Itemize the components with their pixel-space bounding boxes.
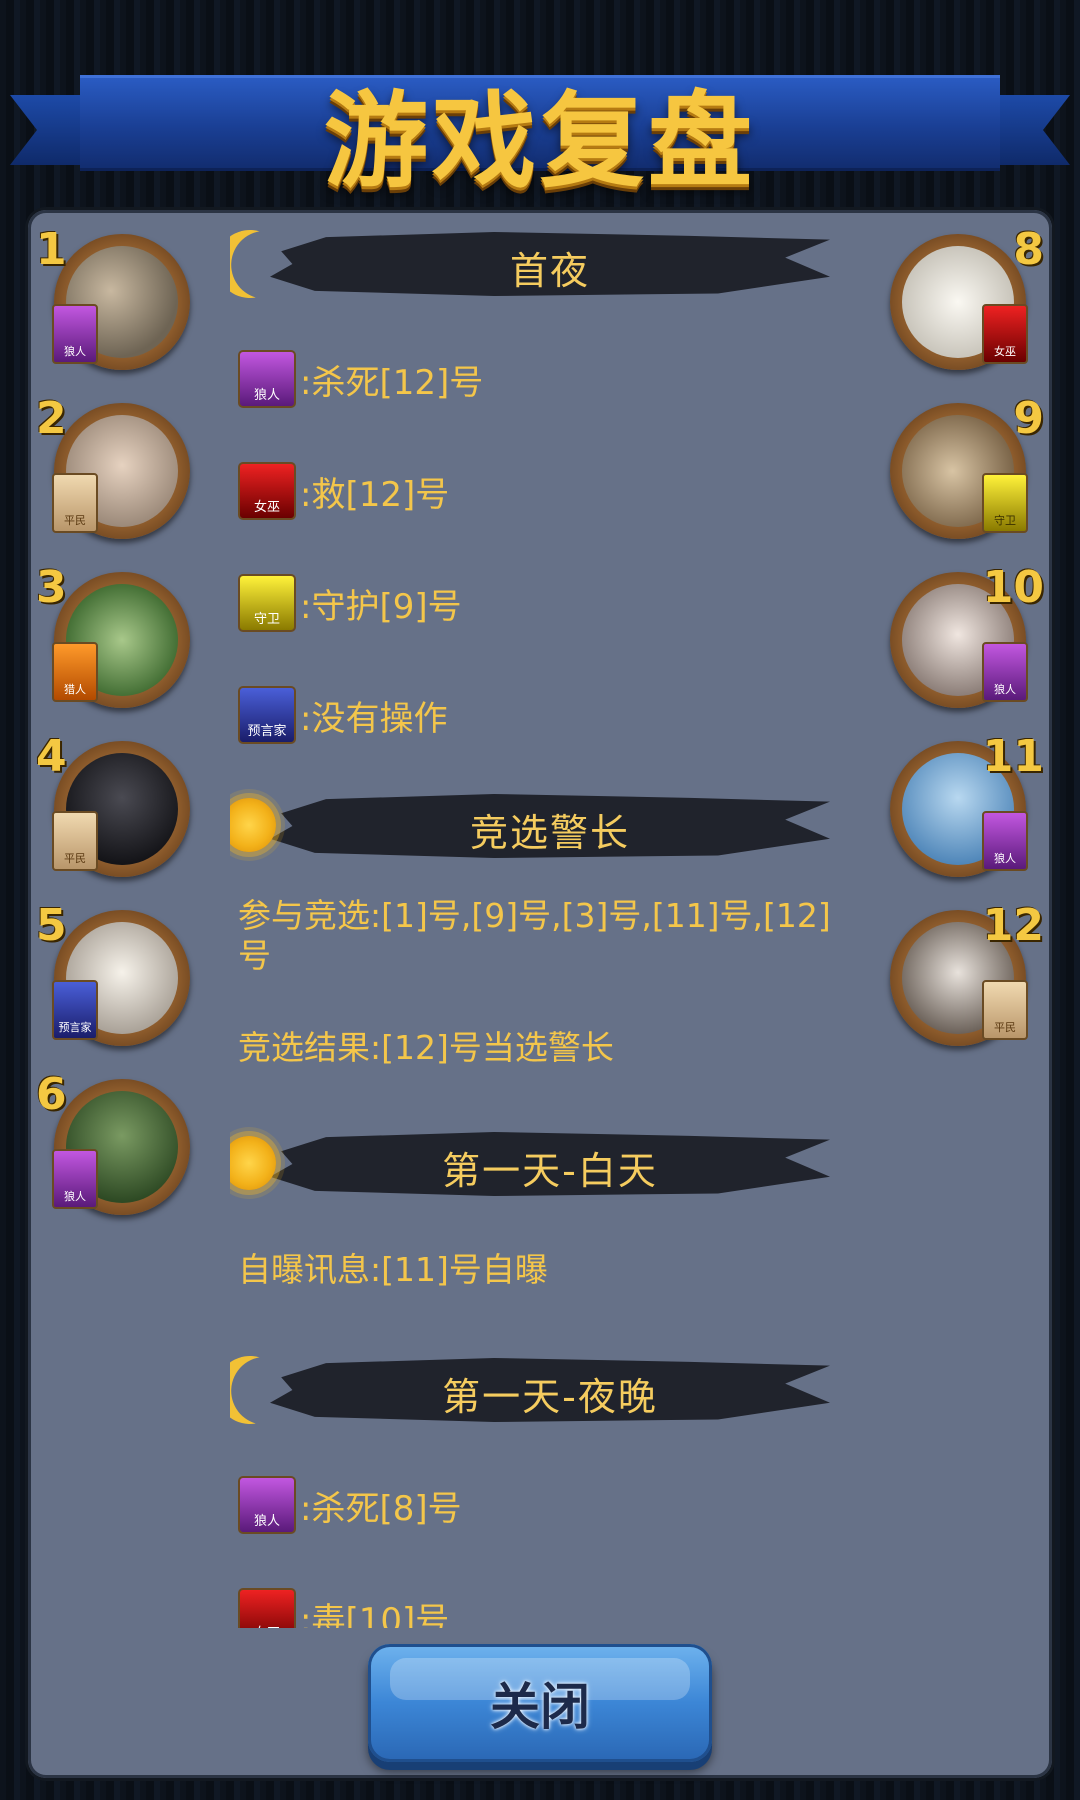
player-number: 10	[982, 562, 1044, 613]
phase-header-sheriff-election: 竞选警长	[230, 784, 850, 868]
log-entry: 守卫 :守护[9]号	[238, 572, 462, 634]
sheriff-result: 竞选结果:[12]号当选警长	[238, 1028, 614, 1067]
player-slot-4[interactable]: 平民 4	[36, 731, 190, 881]
log-text: :守护[9]号	[300, 586, 462, 627]
player-slot-6[interactable]: 狼人 6	[36, 1069, 190, 1219]
player-number: 12	[982, 900, 1044, 951]
role-badge-hunter: 猎人	[52, 642, 98, 702]
role-badge-werewolf: 狼人	[52, 304, 98, 364]
player-number: 5	[36, 900, 67, 951]
log-entry: 预言家 :没有操作	[238, 684, 447, 746]
log-text: :杀死[8]号	[300, 1488, 462, 1529]
player-slot-8[interactable]: 女巫 8	[890, 224, 1044, 374]
role-badge-witch: 女巫	[982, 304, 1028, 364]
log-entry: 女巫 :救[12]号	[238, 460, 449, 522]
player-number: 3	[36, 562, 67, 613]
player-slot-11[interactable]: 狼人 11	[890, 731, 1044, 881]
werewolf-icon: 狼人	[238, 1476, 296, 1534]
guard-icon: 守卫	[238, 574, 296, 632]
phase-header-first-night: 首夜	[230, 222, 850, 306]
sheriff-candidates: 参与竞选:[1]号,[9]号,[3]号,[11]号,[12]号	[238, 896, 831, 975]
player-slot-5[interactable]: 预言家 5	[36, 900, 190, 1050]
player-slot-12[interactable]: 平民 12	[890, 900, 1044, 1050]
player-slot-1[interactable]: 狼人 1	[36, 224, 190, 374]
player-slot-3[interactable]: 猎人 3	[36, 562, 190, 712]
role-badge-werewolf: 狼人	[982, 642, 1028, 702]
role-badge-werewolf: 狼人	[982, 811, 1028, 871]
close-button-label: 关闭	[490, 1678, 590, 1736]
player-slot-2[interactable]: 平民 2	[36, 393, 190, 543]
player-number: 1	[36, 224, 67, 275]
werewolf-icon: 狼人	[238, 350, 296, 408]
seer-icon: 预言家	[238, 686, 296, 744]
log-text: :毒[10]号	[300, 1600, 450, 1629]
title-banner: 游戏复盘	[10, 70, 1070, 202]
log-text: :救[12]号	[300, 474, 450, 515]
phase-header-day1: 第一天-白天	[230, 1122, 850, 1206]
phase-header-night2: 第一天-夜晚	[230, 1348, 850, 1432]
role-badge-villager: 平民	[52, 811, 98, 871]
log-entry: 女巫 :毒[10]号	[238, 1586, 449, 1628]
log-text: :没有操作	[300, 698, 448, 739]
player-slot-9[interactable]: 守卫 9	[890, 393, 1044, 543]
player-number: 2	[36, 393, 67, 444]
role-badge-seer: 预言家	[52, 980, 98, 1040]
log-entry: 狼人 :杀死[12]号	[238, 348, 483, 410]
phase-title: 第一天-夜晚	[442, 1375, 658, 1419]
witch-icon: 女巫	[238, 1588, 296, 1628]
page-title: 游戏复盘	[323, 80, 756, 202]
witch-icon: 女巫	[238, 462, 296, 520]
role-badge-werewolf: 狼人	[52, 1149, 98, 1209]
player-number: 9	[1013, 393, 1044, 444]
close-button[interactable]: 关闭	[368, 1644, 712, 1762]
player-number: 4	[36, 731, 67, 782]
player-number: 8	[1013, 224, 1044, 275]
player-slot-10[interactable]: 狼人 10	[890, 562, 1044, 712]
player-number: 6	[36, 1069, 67, 1120]
game-log[interactable]: 首夜 狼人 :杀死[12]号 女巫 :救[12]号 守卫 :守护[9]号 预言家…	[230, 210, 860, 1628]
log-text: :杀死[12]号	[300, 362, 484, 403]
self-reveal-info: 自曝讯息:[11]号自曝	[238, 1250, 548, 1289]
role-badge-guard: 守卫	[982, 473, 1028, 533]
phase-title: 首夜	[509, 249, 590, 293]
phase-title: 第一天-白天	[442, 1149, 658, 1193]
role-badge-villager: 平民	[982, 980, 1028, 1040]
role-badge-villager: 平民	[52, 473, 98, 533]
log-entry: 狼人 :杀死[8]号	[238, 1474, 462, 1536]
player-number: 11	[982, 731, 1044, 782]
phase-title: 竞选警长	[469, 811, 630, 855]
